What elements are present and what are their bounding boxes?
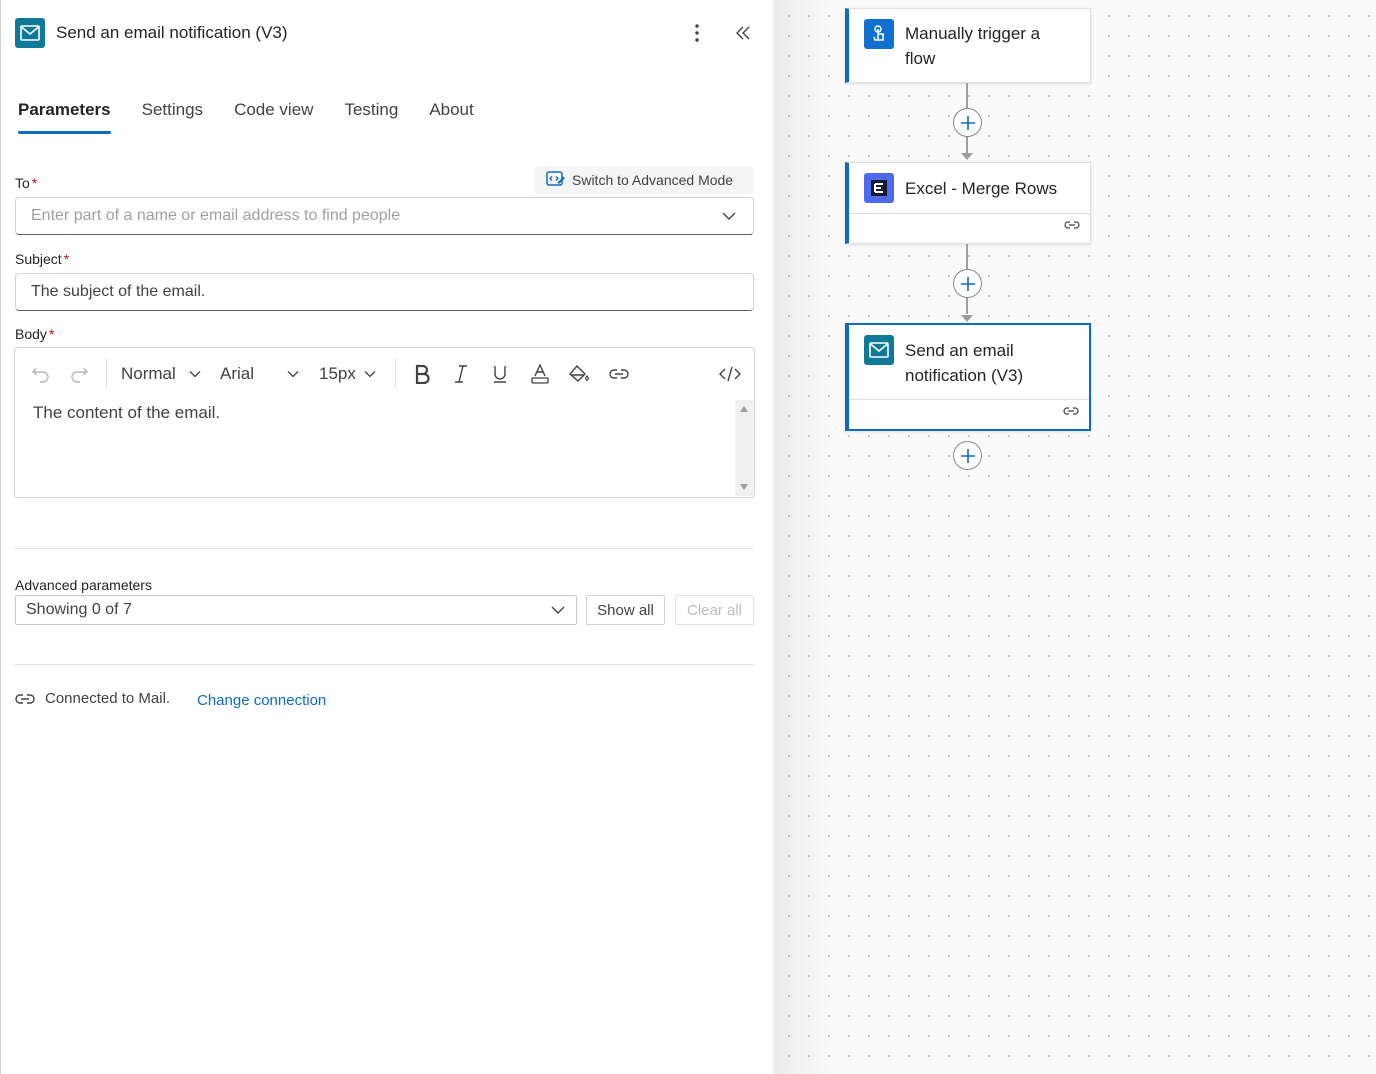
tab-parameters[interactable]: Parameters [18,100,111,134]
advanced-parameters-label: Advanced parameters [15,577,152,593]
toolbar-separator [395,358,396,388]
body-label-text: Body [15,326,47,342]
scroll-up-icon[interactable] [740,406,748,412]
underline-icon[interactable] [488,362,512,386]
flow-step-excel-merge-rows[interactable]: Excel - Merge Rows [845,162,1091,244]
panel-header: Send an email notification (V3) [15,17,755,49]
chevron-down-icon[interactable] [550,603,566,622]
tab-about[interactable]: About [429,100,473,134]
card-footer [849,213,1090,243]
chevron-down-icon[interactable] [721,208,737,229]
bold-icon[interactable] [410,362,434,386]
add-step-button[interactable] [953,441,982,470]
advanced-parameters-select[interactable]: Showing 0 of 7 [15,595,577,625]
required-mark: * [31,175,38,191]
connection-icon [15,691,35,707]
to-label-text: To [15,175,30,191]
panel-title: Send an email notification (V3) [56,23,288,42]
subject-field[interactable]: The subject of the email. [15,273,754,311]
flow-step-title: Manually trigger a flow [905,21,1040,71]
plus-icon [960,276,975,291]
arrow-down-icon [961,153,973,160]
title-line: notification (V3) [905,366,1024,385]
connection-text: Connected to Mail. [45,690,171,707]
subject-label: Subject * [15,251,69,267]
chevron-down-icon[interactable] [358,362,382,386]
chevron-down-icon[interactable] [183,362,207,386]
title-line: Send an email [905,341,1014,360]
card-footer [849,399,1089,429]
divider [15,664,754,665]
editor-scrollbar[interactable] [735,400,753,496]
font-color-icon[interactable] [528,362,552,386]
add-step-button[interactable] [953,269,982,298]
redo-icon[interactable] [67,362,91,386]
connection-icon [1064,218,1080,236]
show-all-button[interactable]: Show all [586,595,665,625]
plus-icon [960,448,975,463]
flow-step-title: Send an email notification (V3) [905,338,1023,388]
title-line: flow [905,49,936,68]
body-content[interactable]: The content of the email. [33,403,220,423]
change-connection-link[interactable]: Change connection [197,692,326,709]
touch-trigger-icon [864,19,894,49]
divider [15,548,754,549]
subject-label-text: Subject [15,251,62,267]
flow-step-title: Excel - Merge Rows [905,179,1058,198]
tab-code-view[interactable]: Code view [234,100,313,134]
highlight-icon[interactable] [567,362,591,386]
action-details-panel: Send an email notification (V3) Paramete… [0,0,773,1074]
font-select[interactable]: Arial [220,364,254,384]
advanced-select-value: Showing 0 of 7 [26,601,132,618]
collapse-panel-icon[interactable] [731,21,755,45]
tab-testing[interactable]: Testing [344,100,398,134]
subject-value: The subject of the email. [31,283,206,300]
to-label: To * [15,175,37,191]
title-line: Manually trigger a [905,24,1041,43]
panel-tabs: Parameters Settings Code view Testing Ab… [18,100,474,134]
advanced-mode-icon [546,170,566,191]
link-icon[interactable] [607,362,631,386]
chevron-down-icon[interactable] [281,362,305,386]
tab-settings[interactable]: Settings [142,100,203,134]
arrow-down-icon [961,315,973,322]
plus-icon [960,115,975,130]
connection-status: Connected to Mail. [15,690,170,707]
connection-icon [1063,404,1079,422]
excel-icon [864,173,894,203]
body-label: Body * [15,326,54,342]
mail-icon [15,18,45,48]
panel-shadow [773,0,833,1074]
to-placeholder: Enter part of a name or email address to… [31,207,401,224]
font-size-select[interactable]: 15px [319,364,356,384]
more-options-icon[interactable] [685,21,709,45]
undo-icon[interactable] [29,362,53,386]
required-mark: * [48,326,55,342]
flow-step-send-email[interactable]: Send an email notification (V3) [845,323,1091,431]
advanced-mode-label: Switch to Advanced Mode [572,172,734,188]
required-mark: * [63,251,70,267]
flow-step-manual-trigger[interactable]: Manually trigger a flow [845,8,1091,83]
scroll-down-icon[interactable] [740,484,748,490]
body-editor: Normal Arial 15px The content of the ema… [14,347,755,498]
editor-toolbar: Normal Arial 15px [15,348,754,398]
add-step-button[interactable] [953,108,982,137]
switch-advanced-mode-button[interactable]: Switch to Advanced Mode [534,166,754,194]
mail-icon [864,335,894,365]
italic-icon[interactable] [449,362,473,386]
to-field[interactable]: Enter part of a name or email address to… [15,197,754,235]
paragraph-style-select[interactable]: Normal [121,364,176,384]
toolbar-separator [106,358,107,388]
clear-all-button[interactable]: Clear all [675,595,754,625]
code-icon[interactable] [718,362,742,386]
